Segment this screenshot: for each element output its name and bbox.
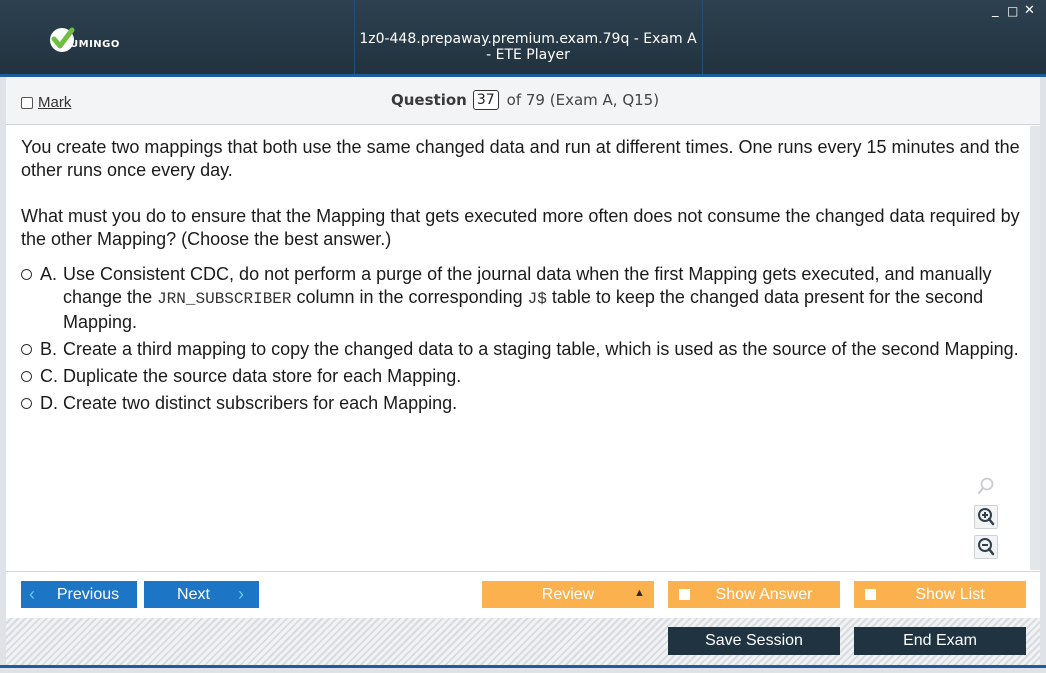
minimize-button[interactable]: _: [992, 4, 999, 18]
question-number-input[interactable]: 37: [472, 90, 499, 110]
end-exam-button[interactable]: End Exam: [854, 627, 1026, 655]
radio-button[interactable]: [21, 398, 32, 409]
option-text: Duplicate the source data store for each…: [63, 366, 462, 386]
mark-label: Mark: [38, 94, 72, 111]
triangle-up-icon: ▲: [634, 587, 645, 599]
checkbox-icon[interactable]: [21, 96, 33, 109]
mark-checkbox[interactable]: Mark: [21, 94, 71, 111]
answer-option-d[interactable]: D. Create two distinct subscribers for e…: [21, 392, 1021, 415]
review-button[interactable]: Review ▲: [482, 581, 654, 608]
code-text: J$: [527, 290, 547, 308]
question-counter: Question 37 of 79 (Exam A, Q15): [391, 90, 659, 110]
question-content: You create two mappings that both use th…: [6, 126, 1030, 570]
show-answer-label: Show Answer: [715, 585, 813, 603]
show-answer-button[interactable]: Show Answer: [668, 581, 840, 608]
previous-label: Previous: [56, 585, 120, 603]
bottom-bar: Save Session End Exam: [6, 618, 1040, 665]
next-label: Next: [177, 585, 210, 603]
answer-option-a[interactable]: A. Use Consistent CDC, do not perform a …: [21, 263, 1021, 334]
radio-button[interactable]: [21, 371, 32, 382]
review-label: Review: [541, 585, 595, 603]
option-letter: A.: [40, 264, 58, 284]
checkbox-icon[interactable]: [865, 589, 876, 600]
chevron-left-icon: ‹: [29, 584, 35, 604]
window-title: 1z0-448.prepaway.premium.exam.79q - Exam…: [359, 31, 697, 63]
question-total: of 79 (Exam A, Q15): [506, 91, 660, 109]
option-letter: D.: [40, 393, 58, 413]
maximize-button[interactable]: □: [1007, 4, 1018, 18]
radio-button[interactable]: [21, 344, 32, 355]
scrollbar[interactable]: [1030, 126, 1040, 570]
show-list-button[interactable]: Show List: [854, 581, 1026, 608]
option-letter: B.: [40, 339, 58, 359]
option-text-part: column in the corresponding: [291, 287, 528, 307]
chevron-right-icon: ›: [238, 584, 244, 604]
radio-button[interactable]: [21, 269, 32, 280]
answer-option-b[interactable]: B. Create a third mapping to copy the ch…: [21, 338, 1021, 361]
close-button[interactable]: ✕: [1024, 4, 1035, 18]
magnifier-icon[interactable]: [974, 474, 998, 498]
previous-button[interactable]: ‹ Previous: [21, 581, 137, 608]
window-frame-bottom: [0, 665, 1046, 673]
navigation-bar: ‹ Previous Next › Review ▲ Show Answer S…: [6, 571, 1040, 618]
option-text: Create a third mapping to copy the chang…: [63, 339, 1019, 359]
zoom-in-icon[interactable]: [974, 505, 998, 529]
window-frame-right: [1040, 77, 1046, 673]
question-paragraph: What must you do to ensure that the Mapp…: [21, 206, 1020, 249]
title-divider: [702, 0, 703, 74]
code-text: JRN_SUBSCRIBER: [157, 290, 292, 308]
save-session-button[interactable]: Save Session: [668, 627, 840, 655]
next-button[interactable]: Next ›: [144, 581, 259, 608]
question-label: Question: [391, 91, 467, 109]
show-list-label: Show List: [915, 585, 985, 603]
option-text: Use Consistent CDC, do not perform a pur…: [63, 263, 1021, 334]
title-bar: UMINGO 1z0-448.prepaway.premium.exam.79q…: [0, 0, 1046, 77]
logo-text: UMINGO: [70, 39, 120, 50]
option-letter: C.: [40, 366, 58, 386]
question-paragraph: You create two mappings that both use th…: [21, 137, 1020, 180]
option-text: Create two distinct subscribers for each…: [63, 393, 458, 413]
zoom-out-icon[interactable]: [974, 535, 998, 559]
checkbox-icon[interactable]: [679, 589, 690, 600]
question-header-bar: Mark Question 37 of 79 (Exam A, Q15): [6, 77, 1040, 125]
answer-option-c[interactable]: C. Duplicate the source data store for e…: [21, 365, 1021, 388]
